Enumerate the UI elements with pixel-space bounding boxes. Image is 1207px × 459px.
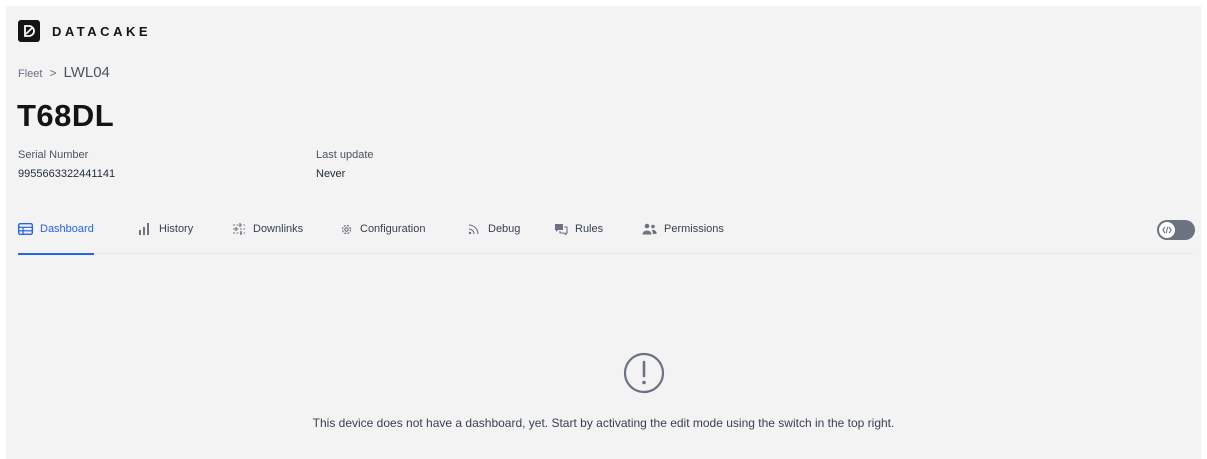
tab-dashboard-label: Dashboard <box>40 223 94 235</box>
tab-configuration-label: Configuration <box>360 223 426 235</box>
page-title: T68DL <box>17 98 115 133</box>
gear-icon <box>341 224 352 234</box>
sliders-icon <box>233 223 245 235</box>
dashboard-grid-icon <box>18 223 33 235</box>
rss-icon <box>468 224 479 235</box>
toggle-knob <box>1159 222 1175 238</box>
exclamation-circle-icon <box>622 351 666 400</box>
serial-number-value: 9955663322441141 <box>18 168 116 180</box>
code-icon <box>1162 226 1172 234</box>
tab-bar: Dashboard History Downlinks Configuratio… <box>18 214 1194 255</box>
edit-mode-toggle[interactable] <box>1157 220 1195 240</box>
tab-permissions-label: Permissions <box>664 223 724 235</box>
datacake-logo-icon <box>18 20 40 42</box>
breadcrumb-separator: > <box>49 66 57 80</box>
breadcrumb: Fleet > LWL04 <box>18 64 110 81</box>
breadcrumb-fleet-link[interactable]: Fleet <box>18 68 42 80</box>
tab-debug-label: Debug <box>488 223 521 235</box>
tab-debug[interactable]: Debug <box>468 214 520 254</box>
empty-state-message: This device does not have a dashboard, y… <box>312 416 895 430</box>
brand-name: DATACAKE <box>52 23 152 39</box>
tab-downlinks[interactable]: Downlinks <box>232 214 303 254</box>
brand[interactable]: DATACAKE <box>18 20 151 42</box>
tab-rules[interactable]: Rules <box>554 214 603 254</box>
tab-history-label: History <box>159 223 194 235</box>
breadcrumb-current[interactable]: LWL04 <box>63 64 109 81</box>
tab-configuration[interactable]: Configuration <box>340 214 425 254</box>
tab-permissions[interactable]: Permissions <box>642 214 724 254</box>
tab-history[interactable]: History <box>138 214 193 254</box>
tab-rules-label: Rules <box>575 223 604 235</box>
serial-number-label: Serial Number <box>18 149 89 161</box>
bar-chart-icon <box>139 223 149 235</box>
users-icon <box>642 223 657 235</box>
last-update-label: Last update <box>316 149 374 161</box>
tab-dashboard[interactable]: Dashboard <box>18 214 94 255</box>
tab-downlinks-label: Downlinks <box>253 223 304 235</box>
device-page: DATACAKE Fleet > LWL04 T68DL Serial Numb… <box>6 6 1201 459</box>
chat-bubbles-icon <box>555 224 568 235</box>
last-update-value: Never <box>316 168 346 180</box>
